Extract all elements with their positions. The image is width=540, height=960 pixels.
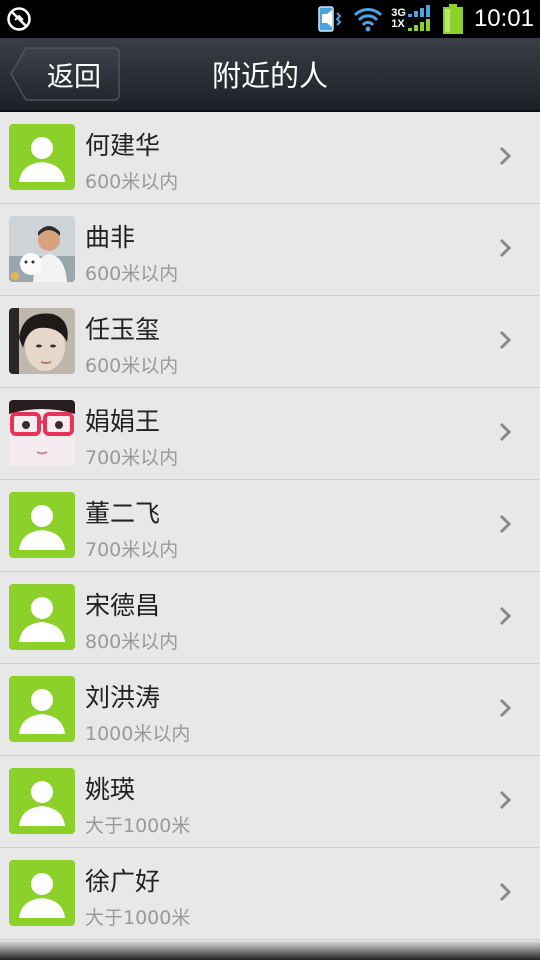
person-distance: 700米以内: [85, 447, 179, 469]
person-distance: 700米以内: [85, 539, 179, 561]
person-distance: 1000米以内: [85, 723, 191, 745]
chevron-right-icon: [499, 882, 512, 902]
person-distance: 大于1000米: [85, 907, 191, 929]
chevron-right-icon: [499, 330, 512, 350]
network-bottom-label: 1X: [391, 18, 405, 30]
chevron-right-icon: [499, 422, 512, 442]
list-item[interactable]: 何建华 600米以内: [0, 112, 540, 204]
list-item[interactable]: 任玉玺 600米以内: [0, 296, 540, 388]
default-avatar-icon: [9, 768, 75, 834]
chevron-right-icon: [499, 698, 512, 718]
wifi-icon: [354, 8, 383, 32]
list-item[interactable]: 徐广好 大于1000米: [0, 848, 540, 940]
person-name: 曲非: [85, 223, 136, 252]
default-avatar-icon: [9, 584, 75, 650]
back-label: 返回: [47, 61, 101, 93]
person-name: 徐广好: [85, 867, 161, 896]
person-name: 姚瑛: [85, 775, 136, 804]
status-bar: 3G 1X 10:01: [0, 0, 540, 38]
person-name: 董二飞: [85, 499, 161, 528]
list-item[interactable]: 娟娟王 700米以内: [0, 388, 540, 480]
default-avatar-icon: [9, 860, 75, 926]
default-avatar-icon: [9, 124, 75, 190]
status-icons: 3G 1X 10:01: [313, 0, 540, 38]
chevron-right-icon: [499, 238, 512, 258]
nearby-people-list: 何建华 600米以内 曲非 600米以内 任玉玺 600米以内 娟娟王 700米…: [0, 112, 540, 960]
list-item[interactable]: 刘洪涛 1000米以内: [0, 664, 540, 756]
photo-girl-glasses: [9, 400, 75, 466]
chevron-right-icon: [499, 606, 512, 626]
list-item[interactable]: 董二飞 700米以内: [0, 480, 540, 572]
person-name: 娟娟王: [85, 407, 161, 436]
title-bar: 返回 附近的人: [0, 38, 540, 112]
battery-icon: [442, 4, 463, 34]
chevron-right-icon: [499, 790, 512, 810]
person-distance: 800米以内: [85, 631, 179, 653]
person-distance: 600米以内: [85, 263, 179, 285]
signal-icon: [407, 5, 430, 31]
person-distance: 600米以内: [85, 171, 179, 193]
list-item[interactable]: 宋德昌 800米以内: [0, 572, 540, 664]
person-distance: 600米以内: [85, 355, 179, 377]
vibrate-icon: [318, 6, 342, 32]
no-sync-icon: [7, 7, 31, 31]
list-bottom-shadow: [0, 940, 540, 960]
photo-young-man: [9, 308, 75, 374]
person-distance: 大于1000米: [85, 815, 191, 837]
person-name: 宋德昌: [85, 591, 161, 620]
person-name: 何建华: [85, 131, 161, 160]
person-name: 刘洪涛: [85, 683, 161, 712]
list-item[interactable]: 姚瑛 大于1000米: [0, 756, 540, 848]
chevron-right-icon: [499, 514, 512, 534]
clock: 10:01: [473, 5, 534, 32]
list-item[interactable]: 曲非 600米以内: [0, 204, 540, 296]
person-name: 任玉玺: [85, 315, 161, 344]
chevron-right-icon: [499, 146, 512, 166]
default-avatar-icon: [9, 492, 75, 558]
default-avatar-icon: [9, 676, 75, 742]
photo-man-with-dog: [9, 216, 75, 282]
back-button[interactable]: 返回: [10, 47, 120, 101]
network-type-label: 3G 1X: [391, 8, 406, 30]
